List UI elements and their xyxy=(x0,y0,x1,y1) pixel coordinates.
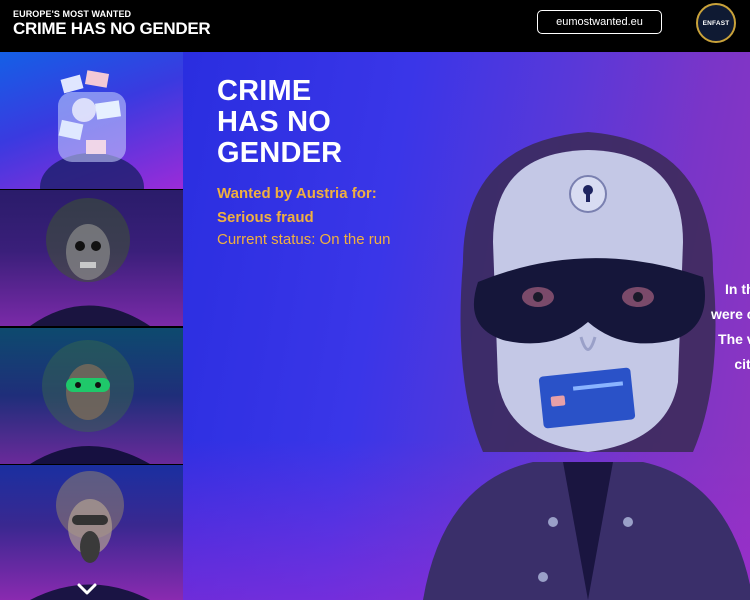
chevron-down-icon[interactable] xyxy=(77,582,97,596)
website-link-button[interactable]: eumostwanted.eu xyxy=(537,10,662,34)
enfast-logo[interactable]: ENFAST xyxy=(696,3,736,43)
wanted-by-line: Wanted by Austria for: xyxy=(217,185,377,202)
wanted-thumbnails-sidebar xyxy=(0,52,183,600)
skull-mask-portrait xyxy=(30,198,150,326)
enfast-logo-text: ENFAST xyxy=(702,19,730,27)
brand-subtitle: EUROPE'S MOST WANTED xyxy=(13,9,132,19)
thumbnail-green-mask[interactable] xyxy=(0,328,183,464)
thumbnail-money-collage[interactable] xyxy=(0,52,183,189)
story-line: were c xyxy=(711,306,750,322)
current-status-text: Current status: On the run xyxy=(217,231,391,248)
thumbnail-skull-mask[interactable] xyxy=(0,190,183,326)
money-collage-portrait xyxy=(40,70,144,189)
title-line: HAS NO xyxy=(217,106,331,138)
story-line: In th xyxy=(725,281,750,297)
story-line: citi xyxy=(734,356,750,372)
story-line: The v xyxy=(718,331,750,347)
title-line: GENDER xyxy=(217,137,343,169)
story-text-clipped: In th were c The v citi xyxy=(711,277,750,377)
wanted-by-text: Wanted by Austria for: Serious fraud xyxy=(217,182,377,230)
hero-panel: CRIME HAS NO GENDER Wanted by Austria fo… xyxy=(183,52,750,600)
title-line: CRIME xyxy=(217,75,312,107)
brand-title: CRIME HAS NO GENDER xyxy=(13,19,211,38)
crime-line: Serious fraud xyxy=(217,209,314,226)
top-bar: EUROPE'S MOST WANTED CRIME HAS NO GENDER… xyxy=(0,0,750,52)
page-title: CRIME HAS NO GENDER xyxy=(217,76,417,169)
thumbnail-gas-mask[interactable] xyxy=(0,465,183,600)
brand[interactable]: EUROPE'S MOST WANTED CRIME HAS NO GENDER xyxy=(13,9,211,39)
masked-criminal-illustration xyxy=(423,132,750,600)
green-mask-portrait xyxy=(30,340,150,464)
gas-mask-portrait xyxy=(30,471,150,600)
